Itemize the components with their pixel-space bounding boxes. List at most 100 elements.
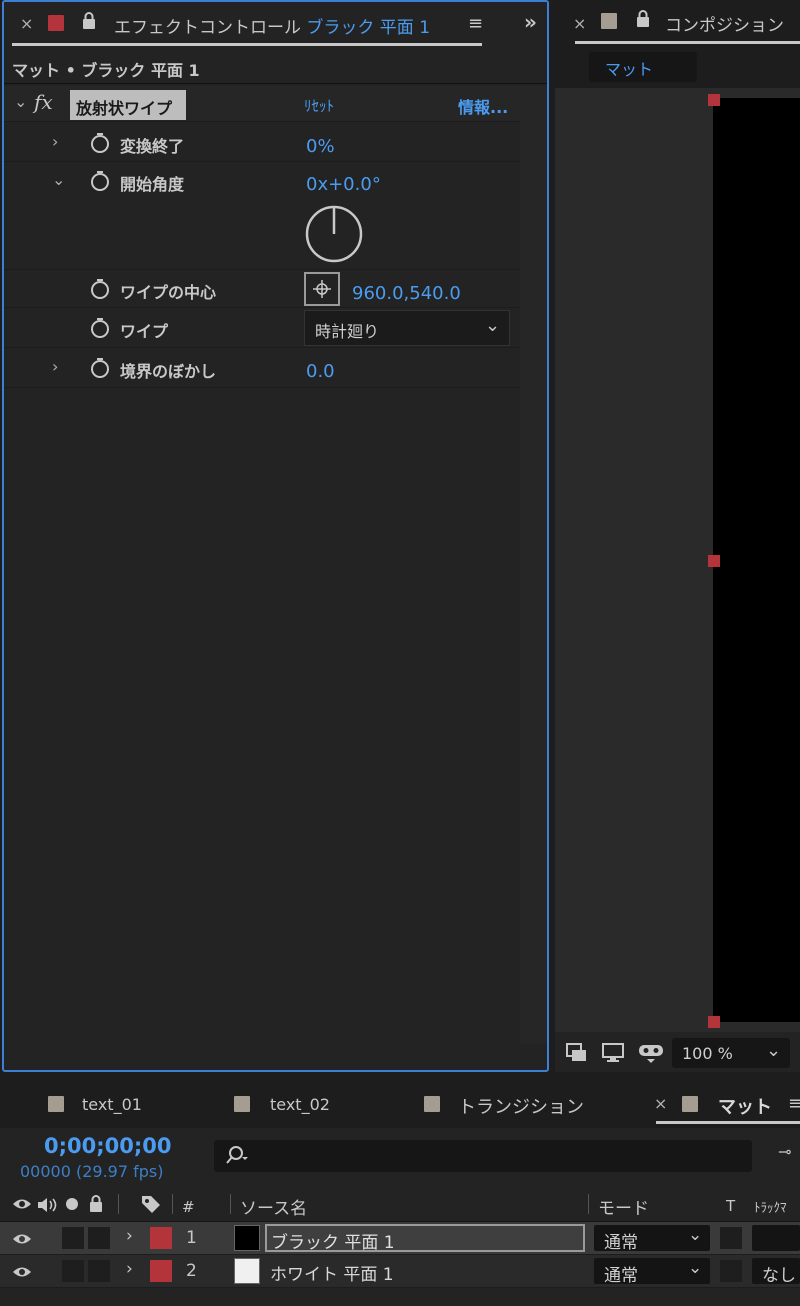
label-color[interactable] <box>150 1227 172 1249</box>
search-icon <box>224 1145 250 1167</box>
column-divider <box>118 1194 119 1214</box>
param-value[interactable]: 0% <box>306 136 335 157</box>
blend-mode-dropdown[interactable]: 通常 ⌄ <box>594 1258 710 1286</box>
param-label: ワイプ <box>120 322 169 341</box>
crosshair-point-icon[interactable] <box>304 272 340 306</box>
mask-visibility-icon[interactable] <box>637 1042 665 1064</box>
zoom-value: 100 % <box>682 1044 733 1063</box>
chevron-down-icon[interactable]: ⌄ <box>52 170 65 189</box>
timeline-tab-matte[interactable]: マット <box>718 1093 772 1119</box>
column-mode[interactable]: モード <box>598 1194 649 1219</box>
wipe-direction-dropdown[interactable]: 時計廻り ⌄ <box>304 310 510 346</box>
comp-breadcrumb[interactable]: マット <box>589 52 697 82</box>
chevron-right-icon[interactable]: › <box>52 132 58 151</box>
layer-path: マット • ブラック 平面 1 <box>12 61 200 80</box>
solo-toggle[interactable] <box>62 1227 84 1249</box>
chevron-down-icon[interactable]: ⌄ <box>14 92 27 111</box>
timeline-tab-text-02[interactable]: text_02 <box>270 1095 330 1114</box>
current-timecode[interactable]: 0;00;00;00 <box>44 1134 171 1158</box>
param-label: 開始角度 <box>120 175 185 194</box>
eye-icon[interactable] <box>12 1231 32 1247</box>
comp-color-swatch <box>424 1096 440 1112</box>
chevron-right-icon[interactable]: › <box>52 357 58 376</box>
eye-icon[interactable] <box>12 1264 32 1280</box>
param-row-transition-completion: › 変換終了 0% <box>4 124 520 162</box>
active-tab-underline <box>575 41 800 44</box>
comp-flowchart-icon[interactable]: ⊸ <box>778 1142 791 1161</box>
preserve-transparency-toggle[interactable] <box>720 1260 742 1282</box>
eye-icon <box>12 1196 32 1212</box>
column-source-name[interactable]: ソース名 <box>240 1194 307 1219</box>
layer-row-2[interactable]: › 2 ホワイト 平面 1 通常 ⌄ なし <box>0 1255 800 1287</box>
lock-icon[interactable] <box>635 9 651 29</box>
breadcrumb-label: マット <box>605 60 654 79</box>
zoom-dropdown[interactable]: 100 % ⌄ <box>672 1038 790 1068</box>
effect-controls-tab[interactable]: × エフェクトコントロール ブラック 平面 1 ≡ » <box>4 2 547 46</box>
comp-color-swatch <box>682 1096 698 1112</box>
fx-toggle-icon[interactable]: fx <box>34 90 53 114</box>
angle-dial[interactable] <box>304 204 364 264</box>
lock-icon[interactable] <box>81 11 97 31</box>
close-icon[interactable]: × <box>573 14 586 33</box>
layer-handle[interactable] <box>708 94 720 106</box>
stopwatch-icon[interactable] <box>90 170 110 192</box>
snapshot-icon[interactable] <box>565 1042 589 1064</box>
track-matte-dropdown[interactable]: なし <box>752 1258 800 1286</box>
reset-link[interactable]: ﾘｾｯﾄ <box>304 95 334 116</box>
param-row-start-angle: ⌄ 開始角度 0x+0.0° <box>4 162 520 270</box>
close-icon[interactable]: × <box>654 1094 667 1113</box>
composition-viewer[interactable] <box>555 88 800 1032</box>
param-value[interactable]: 0.0 <box>306 361 335 382</box>
vertical-scrollbar[interactable] <box>520 86 547 1044</box>
param-label: 変換終了 <box>120 137 185 156</box>
layer-row-1[interactable]: › 1 ブラック 平面 1 通常 ⌄ <box>0 1222 800 1254</box>
param-value[interactable]: 960.0,540.0 <box>352 283 461 304</box>
label-color[interactable] <box>150 1260 172 1282</box>
param-row-feather: › 境界のぼかし 0.0 <box>4 348 520 388</box>
blend-mode-value: 通常 <box>604 1266 638 1286</box>
solo-toggle[interactable] <box>62 1260 84 1282</box>
stopwatch-icon[interactable] <box>90 278 110 300</box>
panel-menu-icon[interactable]: ≡ <box>468 13 483 34</box>
lock-icon <box>88 1194 104 1214</box>
column-divider <box>230 1194 231 1214</box>
chevron-right-icon[interactable]: › <box>126 1226 133 1246</box>
effect-name[interactable]: 放射状ワイプ <box>70 90 186 120</box>
chevron-down-icon: ⌄ <box>485 315 501 336</box>
composition-tab-title[interactable]: コンポジション <box>665 11 784 36</box>
timeline-bottom-area <box>0 1288 800 1306</box>
layer-thumbnail <box>234 1258 260 1284</box>
layer-thumbnail <box>234 1225 260 1251</box>
monitor-icon[interactable] <box>601 1042 625 1064</box>
preserve-transparency-toggle[interactable] <box>720 1227 742 1249</box>
close-icon[interactable]: × <box>20 14 33 33</box>
frame-info: 00000 (29.97 fps) <box>20 1162 164 1181</box>
track-matte-value: なし <box>762 1266 796 1286</box>
layer-name[interactable]: ホワイト 平面 1 <box>270 1260 394 1285</box>
label-tag-icon <box>140 1194 162 1214</box>
layer-name-field[interactable]: ブラック 平面 1 <box>265 1224 585 1253</box>
black-solid-layer[interactable] <box>713 98 800 1022</box>
track-matte-dropdown[interactable] <box>752 1225 800 1251</box>
layer-search-input[interactable] <box>214 1140 752 1172</box>
chevron-right-icon[interactable]: › <box>126 1259 133 1279</box>
overflow-chevrons-icon[interactable]: » <box>524 10 537 34</box>
active-tab-underline <box>12 43 482 46</box>
panel-menu-icon[interactable]: ≡ <box>788 1093 800 1114</box>
lock-toggle[interactable] <box>88 1227 110 1249</box>
stopwatch-icon[interactable] <box>90 317 110 339</box>
blend-mode-dropdown[interactable]: 通常 ⌄ <box>594 1225 710 1253</box>
timeline-tab-text-01[interactable]: text_01 <box>82 1095 142 1114</box>
timeline-tab-transition[interactable]: トランジション <box>458 1093 584 1119</box>
about-link[interactable]: 情報... <box>458 94 508 118</box>
dropdown-value: 時計廻り <box>315 322 380 341</box>
layer-number: 1 <box>186 1228 197 1248</box>
composition-footer: 100 % ⌄ <box>555 1032 800 1072</box>
column-track-matte: ﾄﾗｯｸﾏ <box>754 1201 787 1216</box>
layer-handle[interactable] <box>708 1016 720 1028</box>
stopwatch-icon[interactable] <box>90 357 110 379</box>
layer-handle[interactable] <box>708 555 720 567</box>
stopwatch-icon[interactable] <box>90 132 110 154</box>
lock-toggle[interactable] <box>88 1260 110 1282</box>
param-value[interactable]: 0x+0.0° <box>306 174 381 195</box>
